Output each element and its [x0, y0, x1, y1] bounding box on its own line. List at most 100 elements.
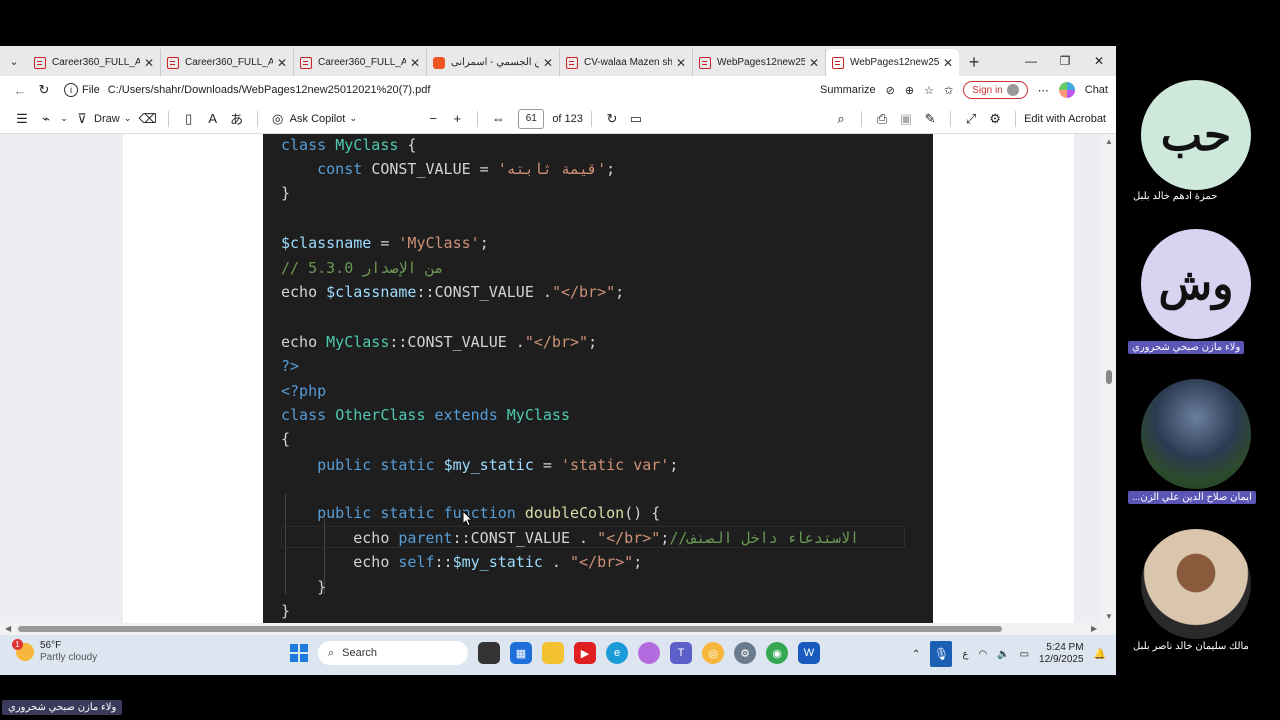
chrome-icon[interactable]: ◉ — [766, 642, 788, 664]
highlight-icon[interactable]: ⌁ — [34, 111, 58, 127]
settings-app-icon[interactable]: ⚙ — [734, 642, 756, 664]
presenter-label: ولاء مازن صبحي شحروري — [2, 700, 123, 715]
battery-icon[interactable]: ▭ — [1020, 649, 1029, 660]
wifi-icon[interactable]: ◠ — [978, 649, 987, 660]
read-aloud-icon[interactable]: ⊘ — [886, 84, 895, 97]
copilot-dropdown-icon[interactable]: ⌄ — [345, 113, 361, 124]
browser-tab[interactable]: WebPages12new25012 ✕ — [693, 49, 826, 76]
fullscreen-icon[interactable]: ⤢ — [959, 111, 983, 127]
word-icon[interactable]: W — [798, 642, 820, 664]
settings-gear-icon[interactable]: ⚙ — [983, 111, 1007, 127]
search-icon[interactable]: ⌕ — [829, 111, 853, 127]
translate-icon[interactable]: あ — [225, 109, 249, 128]
language-indicator[interactable]: ع — [962, 649, 968, 660]
draw-dropdown-icon[interactable]: ⌄ — [120, 113, 136, 124]
close-tab-icon[interactable]: ✕ — [676, 56, 686, 70]
browser-tab[interactable]: حسين الجسمي - اسمرانی ✕ — [427, 49, 560, 76]
refresh-icon[interactable]: ↻ — [32, 82, 56, 98]
code-token: echo — [281, 283, 327, 301]
participant-photo-person[interactable] — [1141, 529, 1251, 639]
summarize-button[interactable]: Summarize — [820, 84, 876, 96]
file-explorer-icon[interactable] — [542, 642, 564, 664]
scroll-right-icon[interactable]: ▶ — [1091, 624, 1097, 633]
rotate-icon[interactable]: ↻ — [600, 111, 624, 127]
windows-start-icon[interactable] — [290, 644, 308, 662]
browser-tab[interactable]: Career360_FULL_APPLIC ✕ — [294, 49, 427, 76]
browser-tab[interactable]: CV-walaa Mazen shahr ✕ — [560, 49, 693, 76]
close-tab-icon[interactable]: ✕ — [943, 56, 953, 70]
zoom-in-icon[interactable]: + — [445, 111, 469, 126]
close-tab-icon[interactable]: ✕ — [277, 56, 287, 70]
copilot-app-icon[interactable] — [638, 642, 660, 664]
scroll-up-icon[interactable]: ▲ — [1105, 137, 1113, 146]
pdf-viewer[interactable]: class MyClass { const CONST_VALUE = 'قيم… — [0, 134, 1116, 623]
page-number-input[interactable]: 61 — [518, 108, 545, 129]
task-view-icon[interactable] — [478, 642, 500, 664]
print-icon[interactable]: ⎙ — [870, 111, 894, 127]
page-view-icon[interactable]: ▯ — [177, 111, 201, 127]
copilot-icon[interactable] — [1058, 82, 1075, 98]
contents-list-icon[interactable]: ☰ — [10, 111, 34, 127]
favorites-icon[interactable]: ✩ — [944, 84, 953, 97]
weather-widget[interactable]: 1 56°F Partly cloudy — [12, 639, 97, 664]
code-token: ?> — [281, 357, 300, 375]
browser-tab[interactable]: Career360_FULL_APPLIC ✕ — [28, 49, 161, 76]
scroll-down-icon[interactable]: ▼ — [1105, 612, 1113, 621]
ask-copilot-icon[interactable]: ◎ — [266, 111, 290, 127]
fit-page-icon[interactable]: ⇔ — [486, 111, 510, 126]
code-token: () { — [624, 504, 661, 522]
edit-with-acrobat-button[interactable]: Edit with Acrobat — [1024, 113, 1106, 125]
temperature: 56°F — [40, 640, 62, 651]
chrome-alt-icon[interactable]: ◎ — [702, 642, 724, 664]
participant-tile[interactable]: وش — [1141, 229, 1251, 339]
vertical-scrollbar[interactable]: ▲ ▼ — [1102, 134, 1116, 623]
close-tab-icon[interactable]: ✕ — [809, 56, 819, 70]
youtube-icon[interactable]: ▶ — [574, 642, 596, 664]
horizontal-scrollbar[interactable]: ◀ ▶ — [0, 623, 1116, 635]
clock[interactable]: 5:24 PM 12/9/2025 — [1039, 642, 1084, 666]
new-tab-plus-icon[interactable]: + — [959, 49, 989, 76]
back-arrow-icon[interactable]: ← — [8, 83, 32, 98]
edge-browser-icon[interactable]: e — [606, 642, 628, 664]
info-icon[interactable]: i — [64, 83, 78, 97]
save-icon[interactable]: ▣ — [894, 111, 918, 127]
chat-button[interactable]: Chat — [1085, 84, 1108, 96]
scroll-left-icon[interactable]: ◀ — [5, 624, 11, 633]
browser-tab[interactable]: Career360_FULL_APPLIC ✕ — [161, 49, 294, 76]
close-tab-icon[interactable]: ✕ — [410, 56, 420, 70]
draw-button[interactable]: Draw — [94, 113, 120, 125]
draw-icon[interactable]: ⊽ — [70, 111, 94, 127]
store-icon[interactable]: ▦ — [510, 642, 532, 664]
browser-tab[interactable]: WebPages12new25012 ✕ — [826, 49, 959, 76]
restore-icon[interactable]: ❐ — [1048, 46, 1082, 76]
scrollbar-thumb[interactable] — [18, 626, 1002, 632]
taskbar-search[interactable]: ⌕ Search — [318, 641, 468, 665]
participant-photo-night-sky[interactable] — [1141, 379, 1251, 489]
more-menu-icon[interactable]: ⋯ — [1038, 84, 1049, 97]
notifications-bell-icon[interactable]: 🔔 — [1094, 649, 1106, 660]
close-window-icon[interactable]: ✕ — [1082, 46, 1116, 76]
volume-icon[interactable]: 🔈 — [997, 649, 1009, 660]
scrollbar-thumb[interactable] — [1106, 370, 1112, 384]
divider — [477, 110, 479, 127]
two-page-view-icon[interactable]: ▭ — [624, 111, 648, 127]
annotate-icon[interactable]: ✎ — [918, 111, 942, 127]
tab-actions-chevron-icon[interactable]: ⌄ — [0, 46, 28, 76]
microphone-icon[interactable]: 🎙 — [930, 641, 953, 667]
read-aloud-icon[interactable]: A — [201, 111, 225, 126]
close-tab-icon[interactable]: ✕ — [144, 56, 154, 70]
code-token: { — [398, 136, 417, 154]
tray-chevron-up-icon[interactable]: ⌃ — [912, 649, 920, 660]
zoom-out-icon[interactable]: − — [421, 111, 445, 126]
signin-button[interactable]: Sign in — [963, 81, 1028, 99]
highlight-dropdown-icon[interactable]: ⌄ — [58, 113, 70, 124]
participant-tile[interactable]: حب — [1141, 80, 1251, 190]
favorite-star-icon[interactable]: ☆ — [924, 84, 934, 97]
close-tab-icon[interactable]: ✕ — [543, 56, 553, 70]
minimize-icon[interactable]: — — [1014, 46, 1048, 76]
zoom-icon[interactable]: ⊕ — [905, 84, 914, 97]
teams-icon[interactable]: T — [670, 642, 692, 664]
eraser-icon[interactable]: ⌫ — [136, 111, 160, 127]
ask-copilot-button[interactable]: Ask Copilot — [290, 113, 346, 125]
url-text[interactable]: C:/Users/shahr/Downloads/WebPages12new25… — [108, 84, 820, 96]
